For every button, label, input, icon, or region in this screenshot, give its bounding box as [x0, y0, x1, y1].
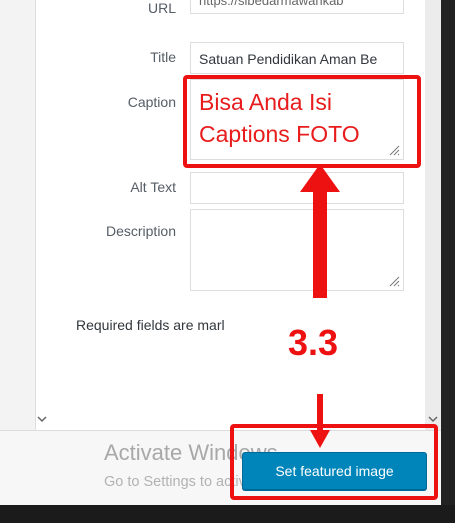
chevron-down-icon[interactable] — [37, 412, 47, 426]
title-field[interactable]: Satuan Pendidikan Aman Be — [190, 42, 404, 74]
url-field[interactable]: https://sibedarmawankab — [190, 0, 404, 14]
left-gutter — [0, 0, 35, 430]
divider — [35, 0, 36, 430]
resize-grip-icon[interactable] — [388, 275, 400, 287]
required-fields-note: Required fields are marl — [76, 317, 225, 333]
scrollbar[interactable] — [425, 0, 441, 430]
caption-label: Caption — [127, 94, 176, 110]
annotation-arrows — [300, 164, 340, 448]
alt-text-label: Alt Text — [130, 179, 176, 195]
window-edge — [441, 0, 455, 523]
caption-highlight-box — [183, 75, 421, 168]
title-label: Title — [150, 49, 176, 65]
url-label: URL — [147, 0, 176, 16]
step-number: 3.3 — [288, 322, 339, 363]
taskbar-strip — [0, 505, 455, 523]
arrow-down-icon — [310, 394, 330, 448]
description-label: Description — [105, 223, 176, 239]
arrow-up-icon — [300, 164, 340, 298]
